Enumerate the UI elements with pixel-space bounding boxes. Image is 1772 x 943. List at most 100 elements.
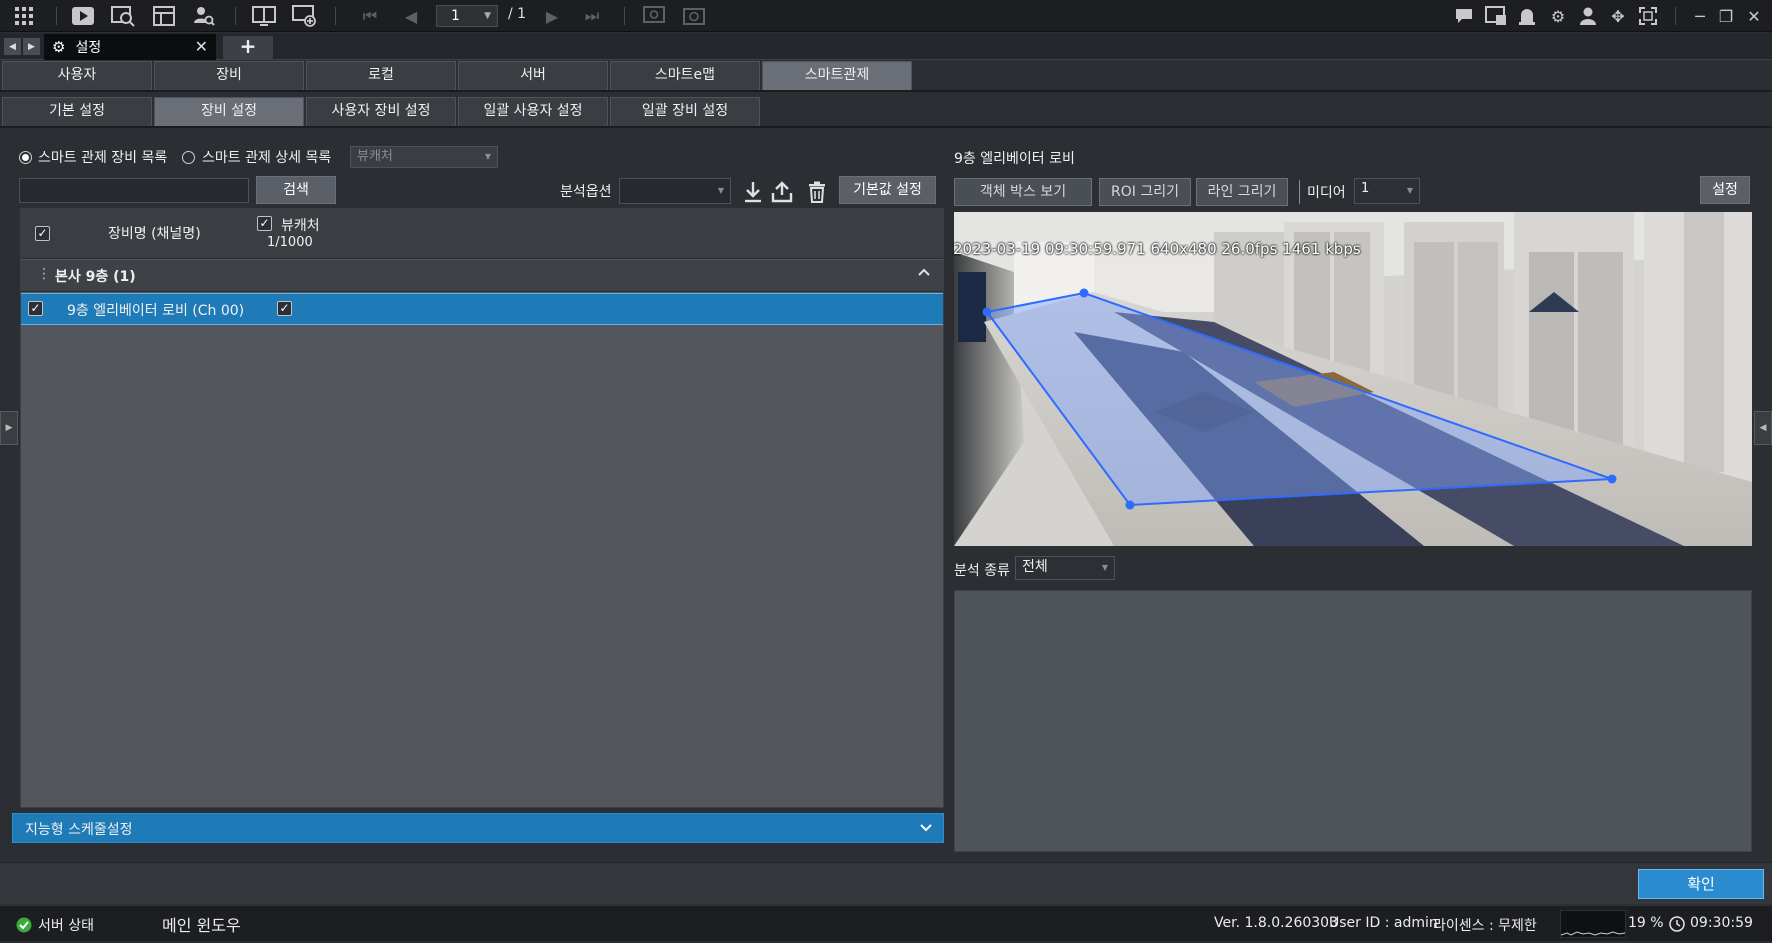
select-all-checkbox[interactable]: ✓ bbox=[35, 226, 50, 241]
play-icon[interactable] bbox=[71, 4, 95, 28]
left-panel-toggle[interactable]: ▶ bbox=[0, 411, 18, 445]
tab-scroll-left-icon[interactable]: ◀ bbox=[4, 38, 21, 55]
settings-gear-icon[interactable]: ⚙ bbox=[1546, 4, 1570, 28]
chevron-down-icon: ▼ bbox=[1101, 563, 1108, 572]
main-tab-bar: 사용자 장비 로컬 서버 스마트e맵 스마트관제 bbox=[0, 60, 1772, 90]
minimize-icon[interactable]: ─ bbox=[1688, 4, 1712, 28]
chevron-down-icon: ▼ bbox=[1406, 186, 1413, 195]
analysis-option-label: 분석옵션 bbox=[560, 184, 612, 200]
default-settings-button[interactable]: 기본값 설정 bbox=[839, 176, 936, 204]
tab-bulk-device-settings[interactable]: 일괄 장비 설정 bbox=[610, 97, 760, 126]
move-icon[interactable]: ✥ bbox=[1606, 4, 1630, 28]
col-capture: 뷰캐처 bbox=[281, 218, 320, 234]
tab-scroll-right-icon[interactable]: ▶ bbox=[23, 38, 40, 55]
restore-icon[interactable]: ❐ bbox=[1714, 4, 1738, 28]
tab-local[interactable]: 로컬 bbox=[306, 61, 456, 90]
collapse-up-icon[interactable] bbox=[917, 265, 931, 283]
search-button[interactable]: 검색 bbox=[256, 176, 336, 204]
last-page-icon[interactable]: ⏭ bbox=[580, 4, 604, 28]
document-tab-title: 설정 bbox=[75, 40, 102, 56]
radio-device-list-label: 스마트 관제 장비 목록 bbox=[38, 150, 168, 166]
drag-handle-icon: ⋮ bbox=[37, 266, 51, 282]
row-checkbox[interactable]: ✓ bbox=[28, 301, 43, 316]
gear-icon: ⚙ bbox=[52, 38, 66, 56]
grid-menu-icon[interactable] bbox=[12, 4, 36, 28]
settings-button[interactable]: 설정 bbox=[1700, 176, 1750, 204]
search-input[interactable] bbox=[19, 178, 249, 203]
tab-device-settings[interactable]: 장비 설정 bbox=[154, 97, 304, 126]
fullscreen-icon[interactable] bbox=[1636, 4, 1660, 28]
right-panel-toggle[interactable]: ◀ bbox=[1754, 411, 1772, 445]
col-capture-count: 1/1000 bbox=[267, 235, 313, 250]
expand-down-icon[interactable] bbox=[919, 820, 933, 838]
window-name: 메인 윈도우 bbox=[162, 916, 241, 935]
download-icon[interactable] bbox=[741, 180, 765, 204]
clock-time: 09:30:59 bbox=[1690, 915, 1753, 931]
tab-user-device-settings[interactable]: 사용자 장비 설정 bbox=[306, 97, 456, 126]
radio-device-list[interactable] bbox=[19, 151, 32, 164]
event-list-icon[interactable] bbox=[1484, 4, 1508, 28]
media-label: 미디어 bbox=[1307, 185, 1346, 201]
license-text: 라이센스 : 무제한 bbox=[1433, 918, 1537, 934]
server-status[interactable]: 서버 상태 bbox=[38, 915, 94, 935]
ok-button[interactable]: 확인 bbox=[1638, 869, 1764, 899]
table-row[interactable]: ✓ 9층 엘리베이터 로비 (Ch 00) ✓ bbox=[21, 293, 943, 325]
camera-title: 9층 엘리베이터 로비 bbox=[954, 151, 1075, 167]
delete-icon[interactable] bbox=[805, 180, 829, 204]
row-device-name: 9층 엘리베이터 로비 (Ch 00) bbox=[67, 303, 245, 319]
check-circle-icon bbox=[16, 917, 32, 937]
media-value: 1 bbox=[1361, 181, 1370, 196]
media-combo[interactable]: 1 ▼ bbox=[1354, 178, 1420, 204]
chevron-down-icon: ▼ bbox=[484, 152, 491, 161]
chat-icon[interactable] bbox=[1452, 4, 1476, 28]
user-id-text: User ID : admin bbox=[1329, 915, 1438, 931]
alarm-icon[interactable] bbox=[1515, 4, 1539, 28]
user-icon[interactable] bbox=[1576, 4, 1600, 28]
page-number-input[interactable]: 1 ▼ bbox=[436, 5, 498, 27]
settings-document-tab[interactable]: ⚙ 설정 ✕ bbox=[44, 34, 216, 60]
page-number-value: 1 bbox=[451, 8, 460, 24]
capture-all-checkbox[interactable]: ✓ bbox=[257, 216, 272, 231]
tab-basic-settings[interactable]: 기본 설정 bbox=[2, 97, 152, 126]
split-view-icon[interactable] bbox=[252, 4, 276, 28]
analysis-option-combo[interactable]: ▼ bbox=[619, 178, 731, 204]
roi-draw-button[interactable]: ROI 그리기 bbox=[1099, 178, 1191, 206]
group-name: 본사 9층 (1) bbox=[55, 269, 136, 285]
capture-type-combo[interactable]: 뷰캐처 ▼ bbox=[350, 146, 498, 168]
search-playback-icon[interactable] bbox=[111, 4, 135, 28]
close-tab-icon[interactable]: ✕ bbox=[195, 37, 208, 56]
line-draw-button[interactable]: 라인 그리기 bbox=[1196, 178, 1288, 206]
col-device-name: 장비명 (채널명) bbox=[108, 226, 201, 242]
tab-smart-emap[interactable]: 스마트e맵 bbox=[610, 61, 760, 90]
status-bar: 서버 상태 메인 윈도우 Ver. 1.8.0.260303 User ID :… bbox=[0, 905, 1772, 941]
analysis-type-combo[interactable]: 전체 ▼ bbox=[1015, 556, 1115, 580]
radio-detail-list[interactable] bbox=[182, 151, 195, 164]
close-window-icon[interactable]: ✕ bbox=[1742, 4, 1766, 28]
row-capture-checkbox[interactable]: ✓ bbox=[277, 301, 292, 316]
tab-server[interactable]: 서버 bbox=[458, 61, 608, 90]
schedule-settings-bar[interactable]: 지능형 스케줄설정 bbox=[12, 813, 944, 843]
camera-video-view[interactable] bbox=[954, 212, 1752, 546]
tab-bulk-user-settings[interactable]: 일괄 사용자 설정 bbox=[458, 97, 608, 126]
device-grid: ✓ 장비명 (채널명) ✓ 뷰캐처 1/1000 ⋮ 본사 9층 (1) ✓ 9… bbox=[20, 208, 944, 808]
chevron-down-icon: ▼ bbox=[717, 186, 724, 195]
capture-screen-icon[interactable] bbox=[682, 4, 706, 28]
prev-page-icon[interactable]: ◀ bbox=[399, 4, 423, 28]
add-tab-button[interactable]: + bbox=[223, 36, 273, 59]
user-search-icon[interactable] bbox=[192, 4, 216, 28]
analysis-detail-panel bbox=[954, 590, 1752, 852]
layout-grid-icon[interactable] bbox=[152, 4, 176, 28]
first-page-icon[interactable]: ⏮ bbox=[358, 4, 382, 28]
upload-icon[interactable] bbox=[770, 180, 794, 204]
refresh-screen-icon[interactable] bbox=[642, 4, 666, 28]
capture-type-value: 뷰캐처 bbox=[357, 149, 393, 164]
group-row[interactable]: ⋮ 본사 9층 (1) bbox=[21, 260, 943, 292]
tab-device[interactable]: 장비 bbox=[154, 61, 304, 90]
next-page-icon[interactable]: ▶ bbox=[540, 4, 564, 28]
tab-user[interactable]: 사용자 bbox=[2, 61, 152, 90]
tab-smart-monitoring[interactable]: 스마트관제 bbox=[762, 61, 912, 90]
add-monitor-icon[interactable] bbox=[292, 4, 316, 28]
object-box-button[interactable]: 객체 박스 보기 bbox=[954, 178, 1092, 206]
sub-tab-bar: 기본 설정 장비 설정 사용자 장비 설정 일괄 사용자 설정 일괄 장비 설정 bbox=[0, 96, 1772, 126]
page-total: / 1 bbox=[508, 6, 527, 22]
